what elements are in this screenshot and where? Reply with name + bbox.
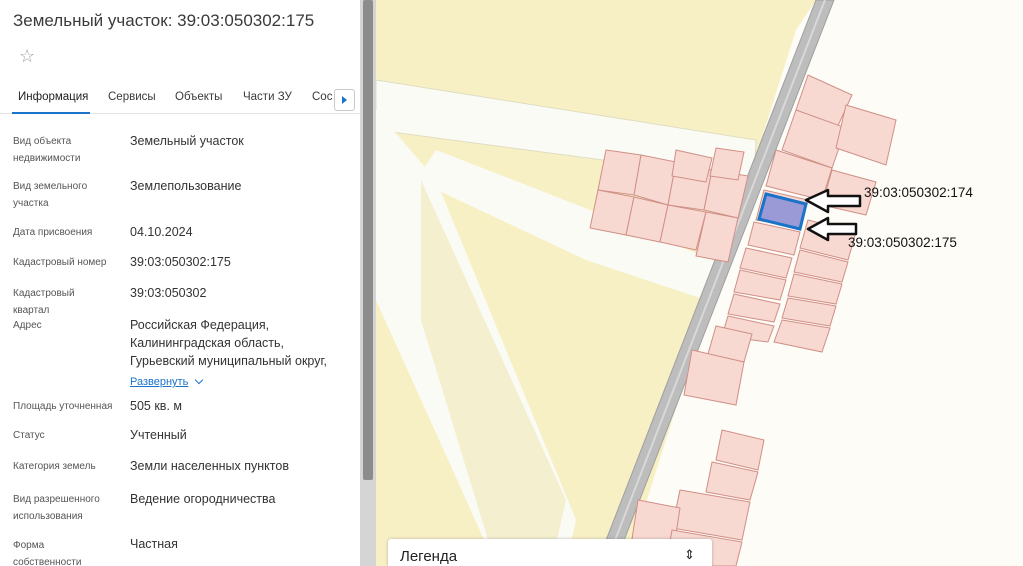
field-value: Земли населенных пунктов bbox=[130, 459, 289, 473]
expand-address-link[interactable]: Развернуть bbox=[130, 376, 188, 388]
legend-panel[interactable]: Легенда ⇕ bbox=[388, 539, 712, 566]
address-value: Российская Федерация, Калининградская об… bbox=[130, 316, 350, 391]
field-value: 39:03:050302 bbox=[130, 286, 207, 300]
field-label: Адрес bbox=[13, 320, 42, 331]
page-title: Земельный участок: 39:03:050302:175 bbox=[13, 11, 315, 30]
field-value: 39:03:050302:175 bbox=[130, 255, 231, 269]
field-label: Кадастровый номер bbox=[13, 257, 107, 268]
address-line: Гурьевский муниципальный округ, bbox=[130, 354, 327, 368]
panel-scrollbar-thumb[interactable] bbox=[363, 0, 373, 480]
field-label: Вид объекта недвижимости bbox=[13, 136, 81, 164]
cadastral-label-174: 39:03:050302:174 bbox=[864, 185, 973, 200]
field-label: Кадастровый квартал bbox=[13, 288, 75, 316]
tab-information[interactable]: Информация bbox=[18, 91, 88, 103]
tab-composition[interactable]: Сос bbox=[312, 91, 332, 103]
tab-objects[interactable]: Объекты bbox=[175, 91, 222, 103]
field-value: Землепользование bbox=[130, 179, 242, 193]
tabs-next-button[interactable] bbox=[334, 89, 355, 111]
map-view[interactable]: 39:03:050302:174 39:03:050302:175 Легенд… bbox=[376, 0, 1023, 566]
field-label: Категория земель bbox=[13, 461, 96, 472]
field-label: Форма собственности bbox=[13, 540, 82, 566]
tab-bar: Информация Сервисы Объекты Части ЗУ Сос bbox=[0, 84, 360, 114]
tab-land-parts[interactable]: Части ЗУ bbox=[243, 91, 292, 103]
tab-services[interactable]: Сервисы bbox=[108, 91, 156, 103]
active-tab-indicator bbox=[12, 112, 90, 114]
legend-title: Легенда bbox=[400, 548, 458, 565]
cadastral-label-175: 39:03:050302:175 bbox=[848, 235, 957, 250]
field-value: 505 кв. м bbox=[130, 399, 182, 413]
star-icon[interactable]: ☆ bbox=[19, 47, 35, 65]
address-line: Российская Федерация, bbox=[130, 318, 270, 332]
field-label: Вид земельного участка bbox=[13, 181, 88, 209]
field-label: Дата присвоения bbox=[13, 227, 93, 238]
address-line: Калининградская область, bbox=[130, 336, 284, 350]
field-value: Частная bbox=[130, 537, 178, 551]
field-label: Вид разрешенного использования bbox=[13, 494, 100, 522]
field-label: Площадь уточненная bbox=[13, 401, 113, 412]
field-label: Статус bbox=[13, 430, 45, 441]
sort-arrows-icon[interactable]: ⇕ bbox=[684, 547, 695, 563]
field-value: Ведение огородничества bbox=[130, 492, 276, 506]
chevron-down-icon[interactable] bbox=[195, 375, 204, 385]
field-value: Учтенный bbox=[130, 428, 187, 442]
info-panel: Земельный участок: 39:03:050302:175 ☆ Ин… bbox=[0, 0, 360, 566]
map-canvas[interactable] bbox=[376, 0, 1023, 566]
field-value: 04.10.2024 bbox=[130, 225, 193, 239]
field-value: Земельный участок bbox=[130, 134, 244, 148]
